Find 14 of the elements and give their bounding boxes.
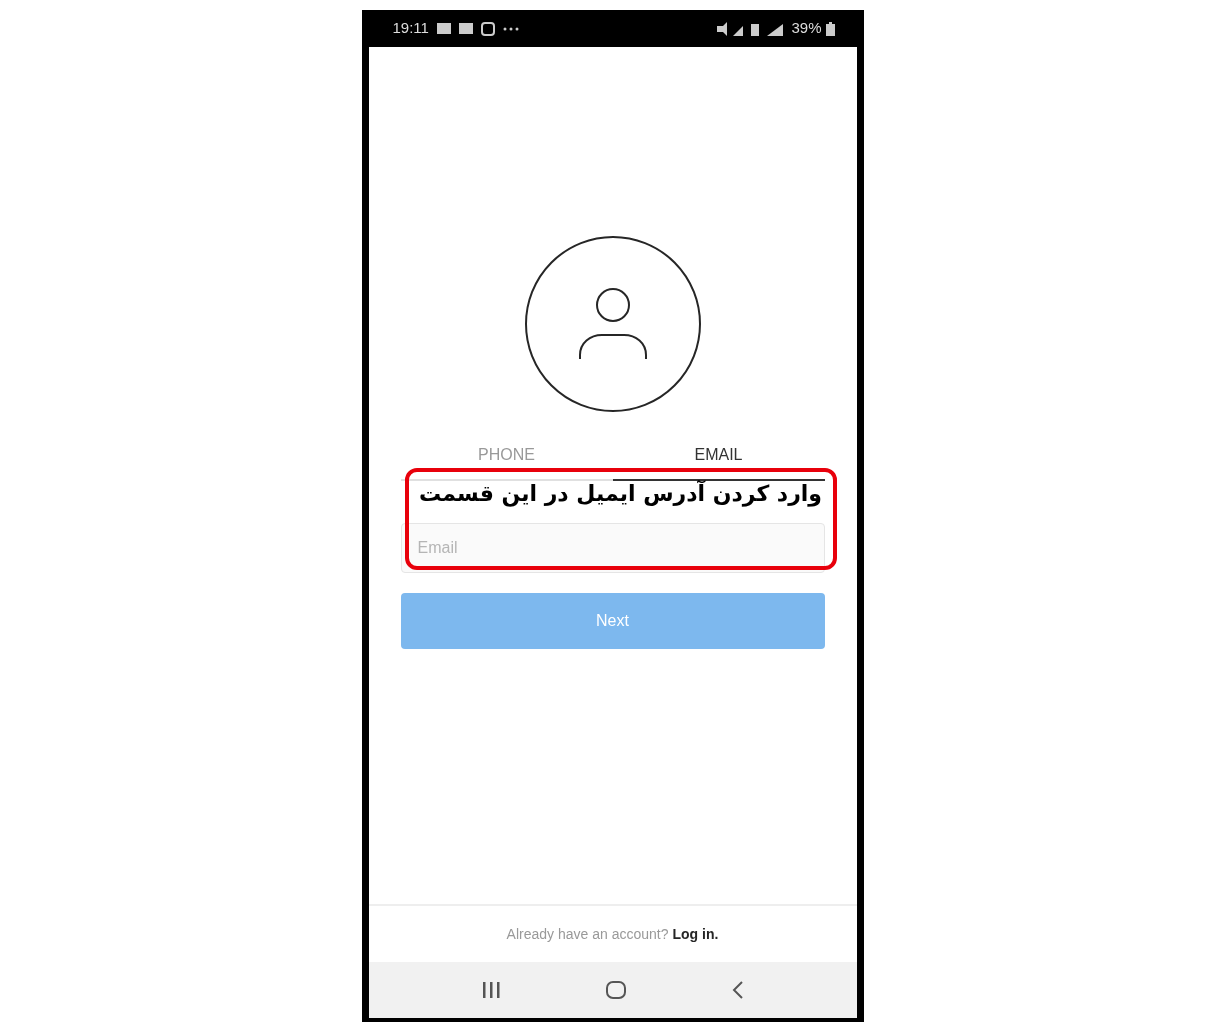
email-field[interactable]: Email bbox=[400, 523, 825, 573]
back-icon[interactable] bbox=[731, 981, 744, 999]
battery-percent: 39% bbox=[791, 18, 822, 39]
footer-text: Already have an account? bbox=[506, 924, 669, 944]
battery-icon bbox=[825, 21, 835, 36]
profile-avatar-icon bbox=[523, 235, 702, 413]
camera-icon bbox=[480, 21, 495, 36]
annotation-text: وارد کردن آدرس ایمیل در این قسمت bbox=[417, 481, 824, 506]
recent-apps-icon[interactable] bbox=[481, 982, 500, 998]
login-link[interactable]: Log in. bbox=[672, 923, 719, 945]
status-time: 19:11 bbox=[392, 18, 429, 39]
tab[interactable]: EMAIL bbox=[612, 437, 825, 481]
more-icon bbox=[502, 26, 519, 31]
home-icon[interactable] bbox=[605, 981, 626, 999]
